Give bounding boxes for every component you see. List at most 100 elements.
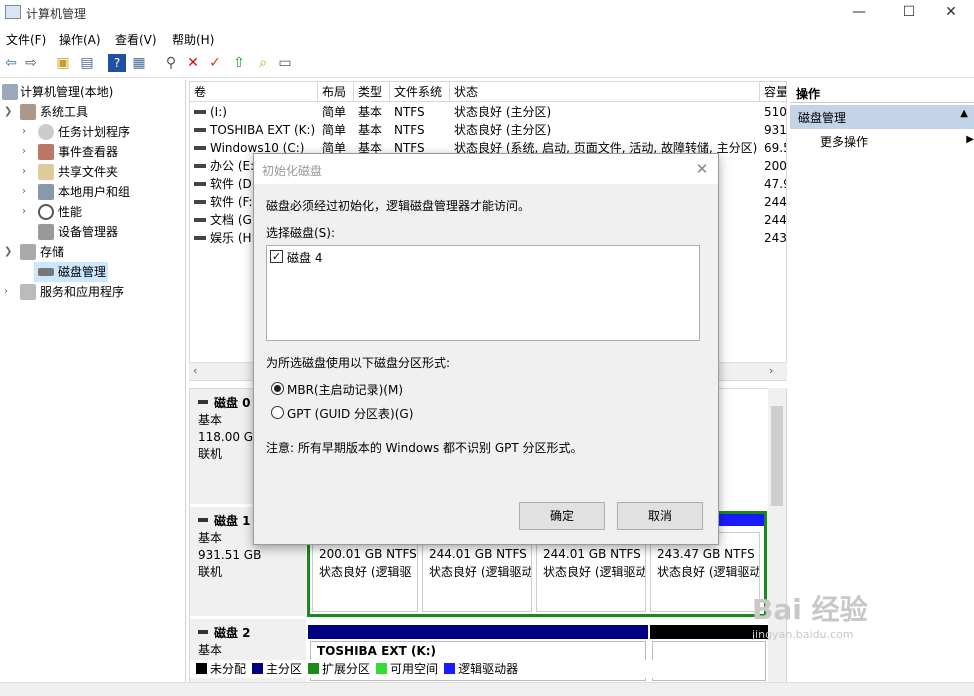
table-cell[interactable]: (I:) <box>190 103 318 121</box>
gpt-label[interactable]: GPT (GUID 分区表)(G) <box>287 405 413 422</box>
col-volume[interactable]: 卷 <box>190 82 318 102</box>
table-cell[interactable]: 200 <box>760 157 786 175</box>
mbr-label[interactable]: MBR(主启动记录)(M) <box>287 381 403 398</box>
actions-title: 操作 <box>790 81 974 103</box>
table-cell[interactable]: 简单 <box>318 121 354 139</box>
table-cell[interactable]: TOSHIBA EXT (K:) <box>190 121 318 139</box>
table-cell[interactable]: 基本 <box>354 121 390 139</box>
mbr-radio[interactable] <box>271 382 284 395</box>
ok-button[interactable]: 确定 <box>519 502 605 530</box>
table-cell[interactable]: 47.9 <box>760 175 786 193</box>
tree-performance[interactable]: › 性能 <box>22 202 180 222</box>
dialog-close-icon[interactable]: ✕ <box>690 158 714 180</box>
legend-label: 逻辑驱动器 <box>458 662 519 676</box>
partition-style-label: 为所选磁盘使用以下磁盘分区形式: <box>266 356 451 370</box>
chevron-right-icon[interactable]: › <box>22 202 34 222</box>
expand-down-icon[interactable]: ❯ <box>4 102 16 122</box>
clock-icon <box>38 124 54 140</box>
expand-down-icon[interactable]: ❯ <box>4 242 16 262</box>
table-cell[interactable]: 基本 <box>354 103 390 121</box>
menu-action[interactable]: 操作(A) <box>59 31 101 48</box>
users-icon <box>38 184 54 200</box>
table-cell[interactable]: NTFS <box>390 121 450 139</box>
collapse-up-icon[interactable]: ▲ <box>960 108 968 119</box>
search-folder-icon[interactable]: ⌕ <box>254 54 272 72</box>
back-icon[interactable]: ⇦ <box>2 54 20 72</box>
event-viewer-icon <box>38 144 54 160</box>
submenu-arrow-icon: ▶ <box>966 134 974 145</box>
delete-icon[interactable]: ✕ <box>184 54 202 72</box>
chevron-right-icon[interactable]: › <box>22 142 34 162</box>
list-view-icon[interactable]: ▭ <box>276 54 294 72</box>
dialog-message: 磁盘必须经过初始化，逻辑磁盘管理器才能访问。 <box>266 199 531 213</box>
status-bar <box>0 682 974 696</box>
check-icon[interactable]: ✓ <box>206 54 224 72</box>
legend-swatch <box>444 663 456 674</box>
table-cell[interactable]: 244 <box>760 211 786 229</box>
gpt-radio[interactable] <box>271 406 284 419</box>
title-bar: 计算机管理 — ☐ ✕ <box>0 0 974 26</box>
chevron-right-icon[interactable]: › <box>4 282 16 302</box>
disk-4-label[interactable]: 磁盘 4 <box>287 249 322 266</box>
forward-icon[interactable]: ⇨ <box>22 54 40 72</box>
close-button[interactable]: ✕ <box>928 0 974 26</box>
connect-icon[interactable]: ⚲ <box>162 54 180 72</box>
tree-shared-folders[interactable]: › 共享文件夹 <box>22 162 180 182</box>
baidu-watermark: Bai 经验 jingyan.baidu.com <box>752 593 868 641</box>
tree-services-apps[interactable]: › 服务和应用程序 <box>4 282 180 302</box>
tree-device-manager[interactable]: 设备管理器 <box>22 222 180 242</box>
scroll-right-icon[interactable]: › <box>769 364 773 377</box>
tree-root[interactable]: 计算机管理(本地) <box>0 82 180 102</box>
tree-system-tools[interactable]: ❯ 系统工具 <box>4 102 180 122</box>
performance-icon <box>38 204 54 220</box>
disk-listbox[interactable]: ✓ 磁盘 4 <box>266 245 700 341</box>
table-cell[interactable]: 69.5 <box>760 139 786 157</box>
scroll-thumb[interactable] <box>771 406 783 506</box>
help-icon[interactable]: ? <box>108 54 126 72</box>
tree-storage[interactable]: ❯ 存储 <box>4 242 180 262</box>
maximize-button[interactable]: ☐ <box>886 0 932 26</box>
table-cell[interactable]: 510 <box>760 103 786 121</box>
table-cell[interactable]: 状态良好 (主分区) <box>450 103 760 121</box>
chevron-right-icon[interactable]: › <box>22 122 34 142</box>
window-title: 计算机管理 <box>26 7 87 21</box>
properties-icon[interactable]: ▦ <box>130 54 148 72</box>
table-cell[interactable]: 244 <box>760 193 786 211</box>
tree-task-scheduler[interactable]: › 任务计划程序 <box>22 122 180 142</box>
menu-help[interactable]: 帮助(H) <box>172 31 214 48</box>
unallocated-bar <box>650 625 768 639</box>
menu-file[interactable]: 文件(F) <box>6 31 46 48</box>
services-icon <box>20 284 36 300</box>
up-folder-icon[interactable]: ▣ <box>54 54 72 72</box>
tree-local-users[interactable]: › 本地用户和组 <box>22 182 180 202</box>
shared-folder-icon <box>38 164 54 180</box>
tools-icon <box>20 104 36 120</box>
navigation-tree: 计算机管理(本地) ❯ 系统工具 › 任务计划程序 › 事件查看器 › 共享文件… <box>0 80 186 684</box>
initialize-disk-dialog: 初始化磁盘 ✕ 磁盘必须经过初始化，逻辑磁盘管理器才能访问。 选择磁盘(S): … <box>253 153 719 545</box>
col-capacity[interactable]: 容量 <box>760 82 786 102</box>
more-actions[interactable]: 更多操作 ▶ <box>820 133 974 150</box>
table-cell[interactable]: 简单 <box>318 103 354 121</box>
table-cell[interactable]: 243 <box>760 229 786 247</box>
dialog-title-bar: 初始化磁盘 ✕ <box>254 154 718 184</box>
table-cell[interactable]: NTFS <box>390 103 450 121</box>
col-type[interactable]: 类型 <box>354 82 390 102</box>
minimize-button[interactable]: — <box>836 0 882 26</box>
cancel-button[interactable]: 取消 <box>617 502 703 530</box>
chevron-right-icon[interactable]: › <box>22 182 34 202</box>
select-disk-label: 选择磁盘(S): <box>266 226 336 240</box>
menu-view[interactable]: 查看(V) <box>115 31 157 48</box>
scroll-left-icon[interactable]: ‹ <box>193 364 197 377</box>
col-status[interactable]: 状态 <box>450 82 760 102</box>
disk-4-checkbox[interactable]: ✓ <box>270 250 283 263</box>
actions-disk-management[interactable]: 磁盘管理 ▲ <box>790 105 974 129</box>
table-cell[interactable]: 状态良好 (主分区) <box>450 121 760 139</box>
chevron-right-icon[interactable]: › <box>22 162 34 182</box>
show-hide-tree-icon[interactable]: ▤ <box>78 54 96 72</box>
col-layout[interactable]: 布局 <box>318 82 354 102</box>
tree-disk-management[interactable]: 磁盘管理 <box>34 262 108 282</box>
col-filesystem[interactable]: 文件系统 <box>390 82 450 102</box>
table-cell[interactable]: 931 <box>760 121 786 139</box>
upload-icon[interactable]: ⇧ <box>230 54 248 72</box>
tree-event-viewer[interactable]: › 事件查看器 <box>22 142 180 162</box>
